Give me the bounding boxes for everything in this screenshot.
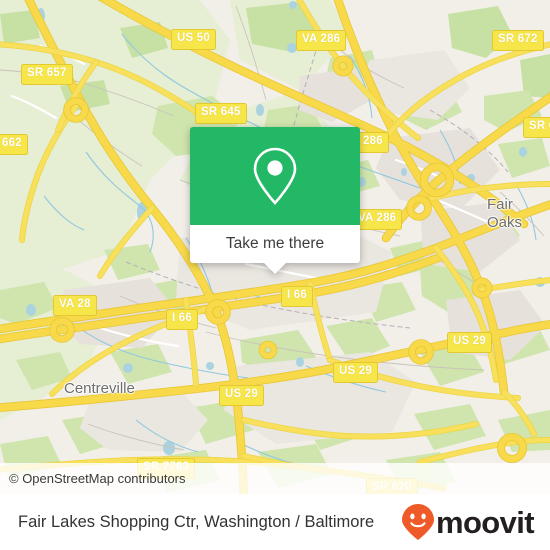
road-shield: US 29 xyxy=(333,362,378,383)
place-label: Centreville xyxy=(64,380,135,397)
popup-header xyxy=(190,127,360,225)
map-screenshot-root: .land { fill:#f2efe9; } .green { fill:#c… xyxy=(0,0,550,550)
road-shield: SR 6 xyxy=(523,117,550,138)
road-shield: SR 645 xyxy=(195,103,247,124)
popup-footer[interactable]: Take me there xyxy=(190,225,360,274)
road-shield: SR 672 xyxy=(492,30,544,51)
road-shield: 662 xyxy=(0,134,28,155)
take-me-there-label: Take me there xyxy=(225,235,325,252)
place-label: Fair Oaks xyxy=(487,196,523,231)
road-shield: US 50 xyxy=(171,29,216,50)
map-pin-icon xyxy=(253,147,297,205)
road-shield: VA 286 xyxy=(296,30,347,51)
moovit-logo[interactable]: moovit xyxy=(401,503,535,541)
road-shield: VA 28 xyxy=(53,295,97,316)
road-shield: SR 657 xyxy=(21,64,73,85)
moovit-smiley-pin-icon xyxy=(401,504,434,540)
popup-tail-pointer xyxy=(264,263,286,274)
location-popup[interactable]: Take me there xyxy=(190,127,360,274)
map-attribution-bar: © OpenStreetMap contributors xyxy=(0,463,550,494)
road-shield: US 29 xyxy=(447,332,492,353)
attribution-text[interactable]: © OpenStreetMap contributors xyxy=(0,471,186,486)
road-shield: 286 xyxy=(357,132,389,153)
location-title: Fair Lakes Shopping Ctr, Washington / Ba… xyxy=(18,512,375,531)
footer-bar: Fair Lakes Shopping Ctr, Washington / Ba… xyxy=(0,494,550,550)
moovit-wordmark: moovit xyxy=(435,504,535,540)
road-shield: I 66 xyxy=(281,286,313,307)
map-canvas[interactable]: .land { fill:#f2efe9; } .green { fill:#c… xyxy=(0,0,550,494)
road-shield: US 29 xyxy=(219,385,264,406)
road-shield: I 66 xyxy=(166,309,198,330)
